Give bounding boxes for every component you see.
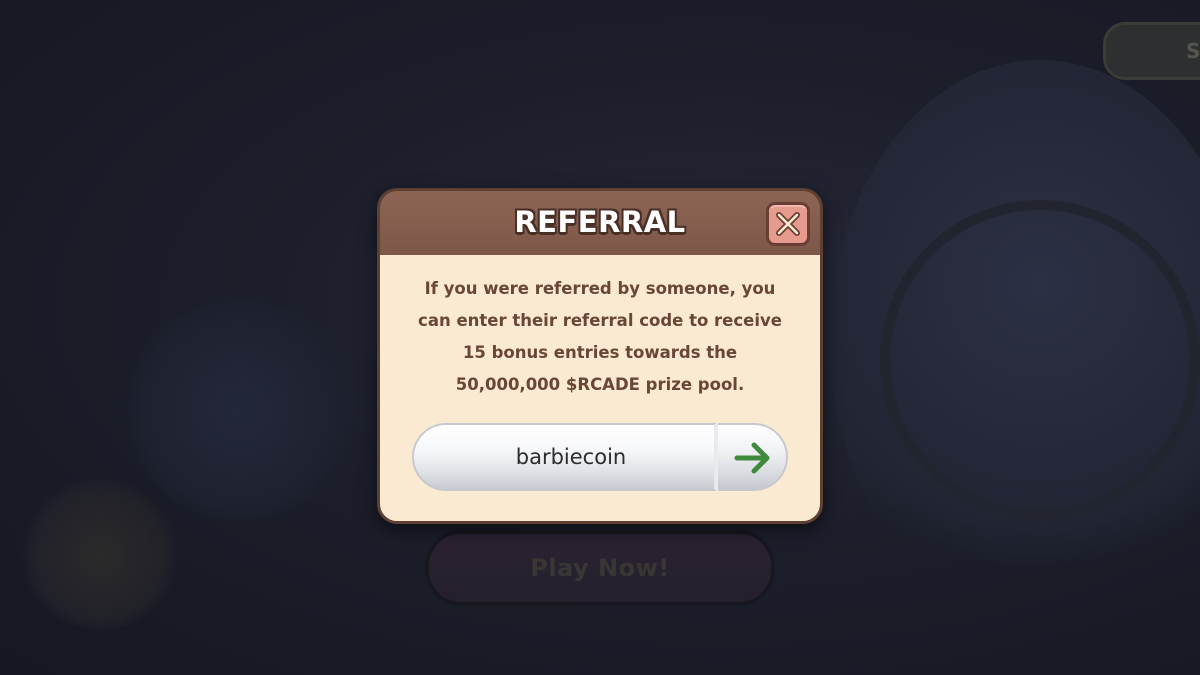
background-sea-creature-art [120,300,360,520]
close-button[interactable] [766,202,810,246]
background-corner-button: St [1103,22,1200,80]
referral-description: If you were referred by someone, you can… [418,279,782,394]
referral-code-input[interactable] [412,423,717,491]
play-now-label: Play Now! [530,554,670,582]
background-gear-ring [880,200,1200,520]
modal-title: REFERRAL [514,205,686,239]
background-corner-button-label: St [1186,39,1200,63]
modal-header: REFERRAL [380,191,820,255]
submit-referral-button[interactable] [718,423,788,491]
background-creature-art [20,480,180,630]
arrow-right-icon [734,442,770,474]
game-screen: St Play Now! REFERRAL If you were referr… [0,0,1200,675]
close-icon [776,212,800,236]
play-now-button: Play Now! [425,530,775,606]
